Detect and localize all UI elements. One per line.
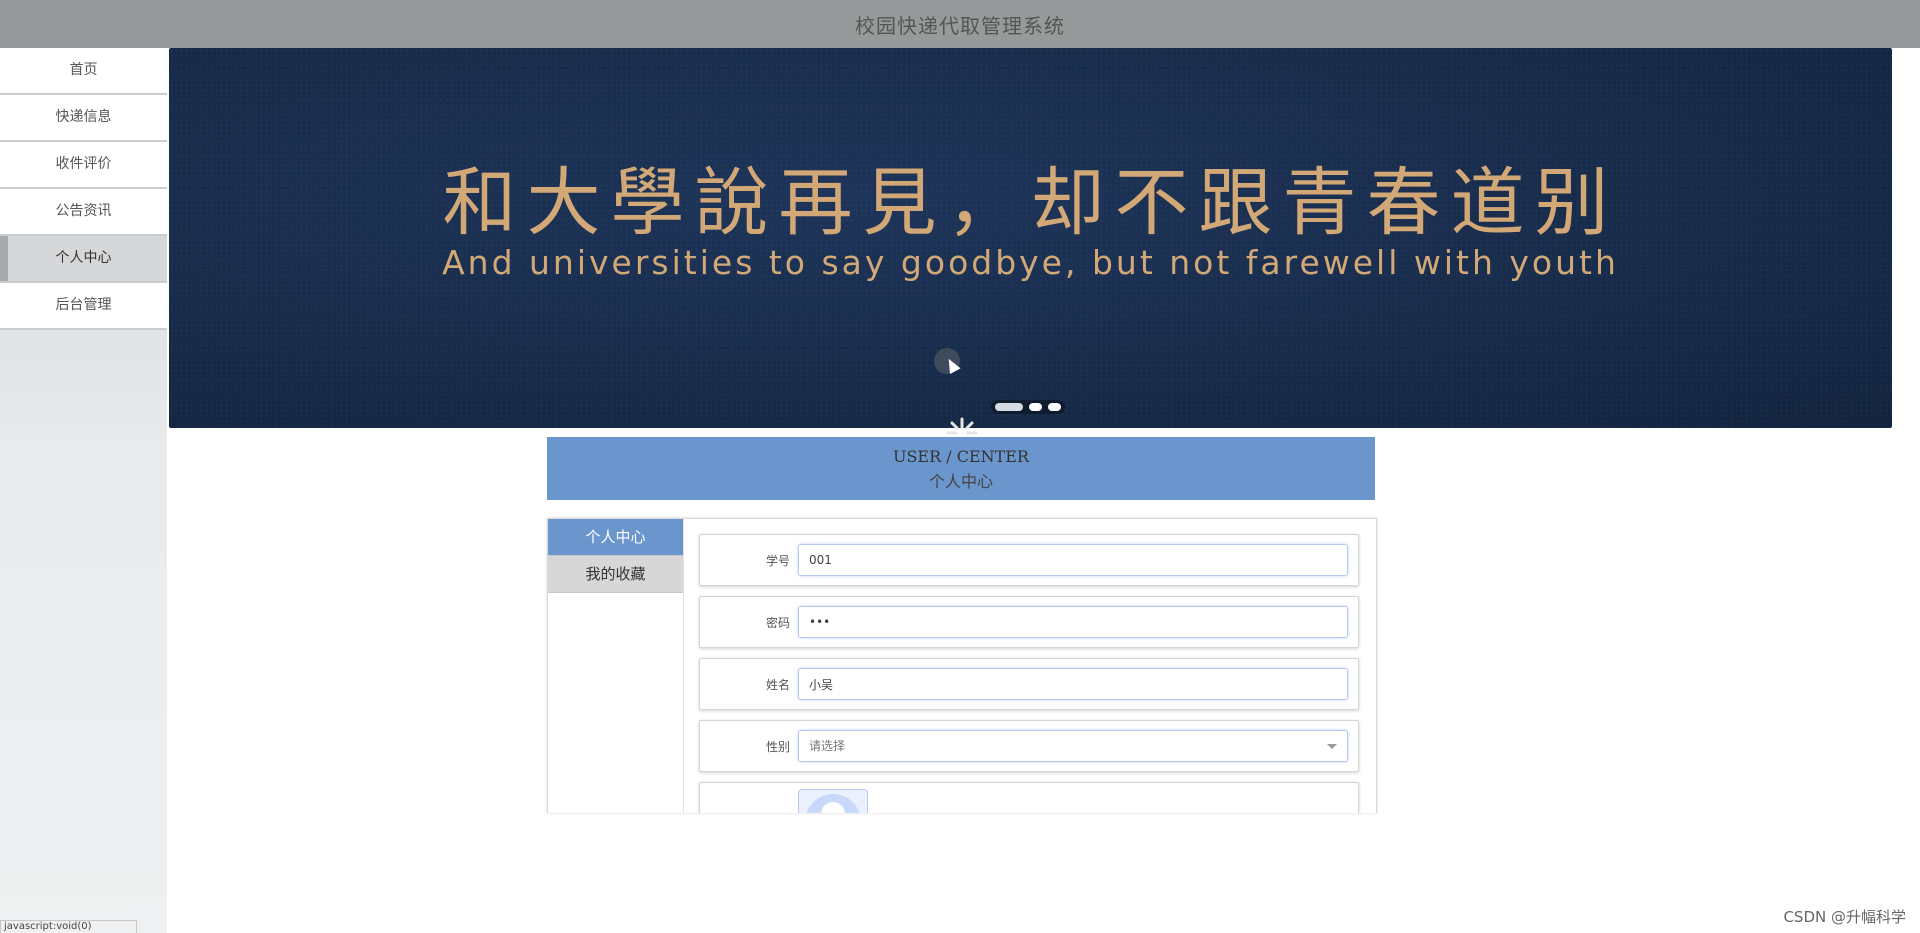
carousel-indicator-2[interactable] bbox=[1029, 403, 1042, 411]
chevron-down-icon bbox=[1327, 744, 1337, 749]
form-row-password: 密码 ••• bbox=[699, 596, 1359, 648]
carousel-indicators bbox=[991, 400, 1065, 414]
password-label: 密码 bbox=[765, 615, 790, 630]
avatar-upload[interactable] bbox=[798, 789, 868, 813]
watermark: CSDN @升幅科学 bbox=[1783, 908, 1906, 926]
form-row-avatar bbox=[699, 782, 1359, 813]
form-row-name: 姓名 bbox=[699, 658, 1359, 710]
user-center-tabs: 个人中心 我的收藏 bbox=[548, 519, 684, 813]
student-id-input[interactable] bbox=[798, 544, 1348, 576]
form-row-student-id: 学号 bbox=[699, 534, 1359, 586]
sidebar-item-reviews[interactable]: 收件评价 bbox=[0, 142, 167, 189]
app-title: 校园快递代取管理系统 bbox=[855, 13, 1065, 38]
user-center-panel: 个人中心 我的收藏 学号 密码 ••• 姓名 性别 请选择 bbox=[547, 518, 1377, 813]
banner-carousel[interactable]: 和大學說再見，却不跟青春道别 And universities to say g… bbox=[169, 48, 1892, 428]
student-id-label: 学号 bbox=[765, 553, 790, 568]
user-center-title-cn: 个人中心 bbox=[928, 472, 993, 491]
status-bar-url: javascript:void(0) bbox=[0, 920, 137, 933]
gender-select-placeholder: 请选择 bbox=[809, 739, 846, 753]
banner-subtitle: And universities to say goodbye, but not… bbox=[442, 243, 1619, 282]
form-row-gender: 性别 请选择 bbox=[699, 720, 1359, 772]
name-input[interactable] bbox=[798, 668, 1348, 700]
sidebar: 首页 快递信息 收件评价 公告资讯 个人中心 后台管理 javascript:v… bbox=[0, 48, 167, 933]
user-center-header: USER / CENTER 个人中心 bbox=[547, 437, 1375, 500]
name-label: 姓名 bbox=[765, 677, 790, 692]
sidebar-item-admin[interactable]: 后台管理 bbox=[0, 283, 167, 330]
gender-select[interactable]: 请选择 bbox=[798, 730, 1348, 762]
carousel-indicator-3[interactable] bbox=[1048, 403, 1061, 411]
top-header: 校园快递代取管理系统 bbox=[0, 0, 1920, 48]
sidebar-item-home[interactable]: 首页 bbox=[0, 48, 167, 95]
tab-user-center[interactable]: 个人中心 bbox=[548, 519, 683, 556]
carousel-indicator-1[interactable] bbox=[995, 403, 1023, 411]
sidebar-item-user-center[interactable]: 个人中心 bbox=[0, 236, 167, 283]
gender-label: 性别 bbox=[765, 739, 790, 754]
password-input[interactable]: ••• bbox=[798, 606, 1348, 638]
profile-form: 学号 密码 ••• 姓名 性别 请选择 bbox=[699, 534, 1359, 813]
banner-title: 和大學說再見，却不跟青春道别 bbox=[442, 160, 1619, 246]
sidebar-item-express-info[interactable]: 快递信息 bbox=[0, 95, 167, 142]
user-center-title-en: USER / CENTER bbox=[892, 447, 1030, 466]
sidebar-item-announcements[interactable]: 公告资讯 bbox=[0, 189, 167, 236]
tab-my-favorites[interactable]: 我的收藏 bbox=[548, 556, 683, 593]
